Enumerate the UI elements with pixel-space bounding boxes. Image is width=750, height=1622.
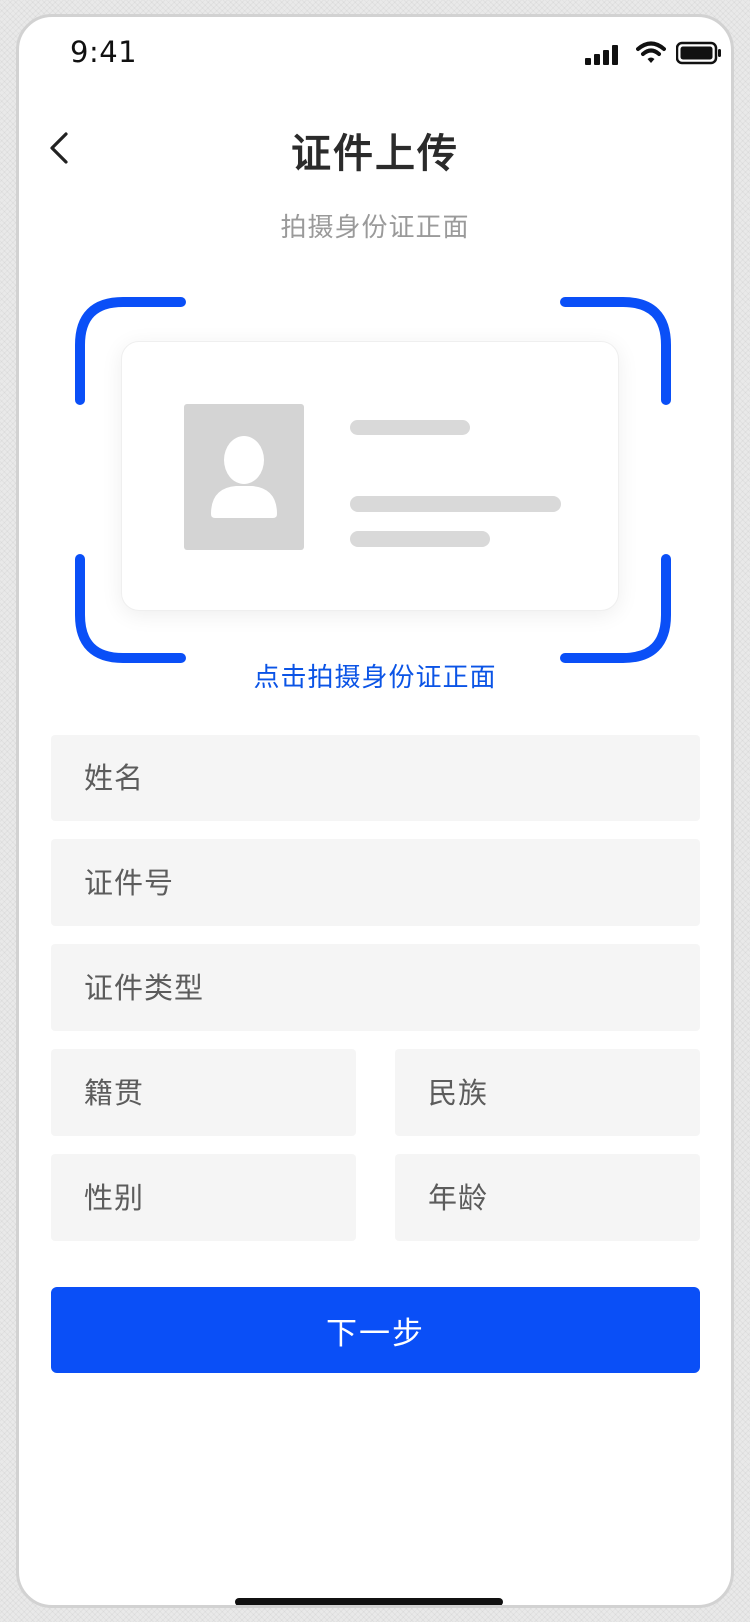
id-card-scan-area[interactable] — [75, 297, 671, 677]
id-number-field[interactable] — [51, 839, 700, 926]
scan-caption-link[interactable]: 点击拍摄身份证正面 — [19, 657, 731, 694]
gender-field[interactable] — [51, 1154, 356, 1241]
card-text-line — [350, 531, 490, 547]
page-title: 证件上传 — [291, 131, 459, 177]
phone-frame: 9:41 证件上传 拍摄身份证正面 点击拍摄身份证正面 姓名 证件号 证件类型 … — [16, 14, 734, 1608]
home-indicator — [235, 1598, 503, 1605]
name-field[interactable] — [51, 735, 700, 821]
native-place-input[interactable] — [82, 1074, 356, 1111]
card-text-line — [350, 496, 561, 512]
native-place-field[interactable] — [51, 1049, 356, 1136]
id-type-input[interactable] — [82, 969, 700, 1006]
next-step-button[interactable]: 下一步 — [51, 1287, 700, 1373]
card-text-line — [350, 420, 470, 435]
ethnicity-input[interactable] — [426, 1074, 700, 1111]
signal-icon — [585, 45, 618, 65]
id-card-illustration — [121, 341, 619, 611]
battery-icon — [676, 41, 721, 65]
person-icon — [211, 436, 277, 518]
gender-input[interactable] — [82, 1179, 356, 1216]
name-input[interactable] — [82, 760, 700, 796]
id-number-input[interactable] — [82, 864, 700, 901]
photo-placeholder — [184, 404, 304, 550]
wifi-icon — [636, 41, 666, 63]
status-time: 9:41 — [70, 35, 138, 69]
age-field[interactable] — [395, 1154, 700, 1241]
ethnicity-field[interactable] — [395, 1049, 700, 1136]
page-subtitle: 拍摄身份证正面 — [280, 213, 470, 243]
age-input[interactable] — [426, 1179, 700, 1216]
id-type-field[interactable] — [51, 944, 700, 1031]
